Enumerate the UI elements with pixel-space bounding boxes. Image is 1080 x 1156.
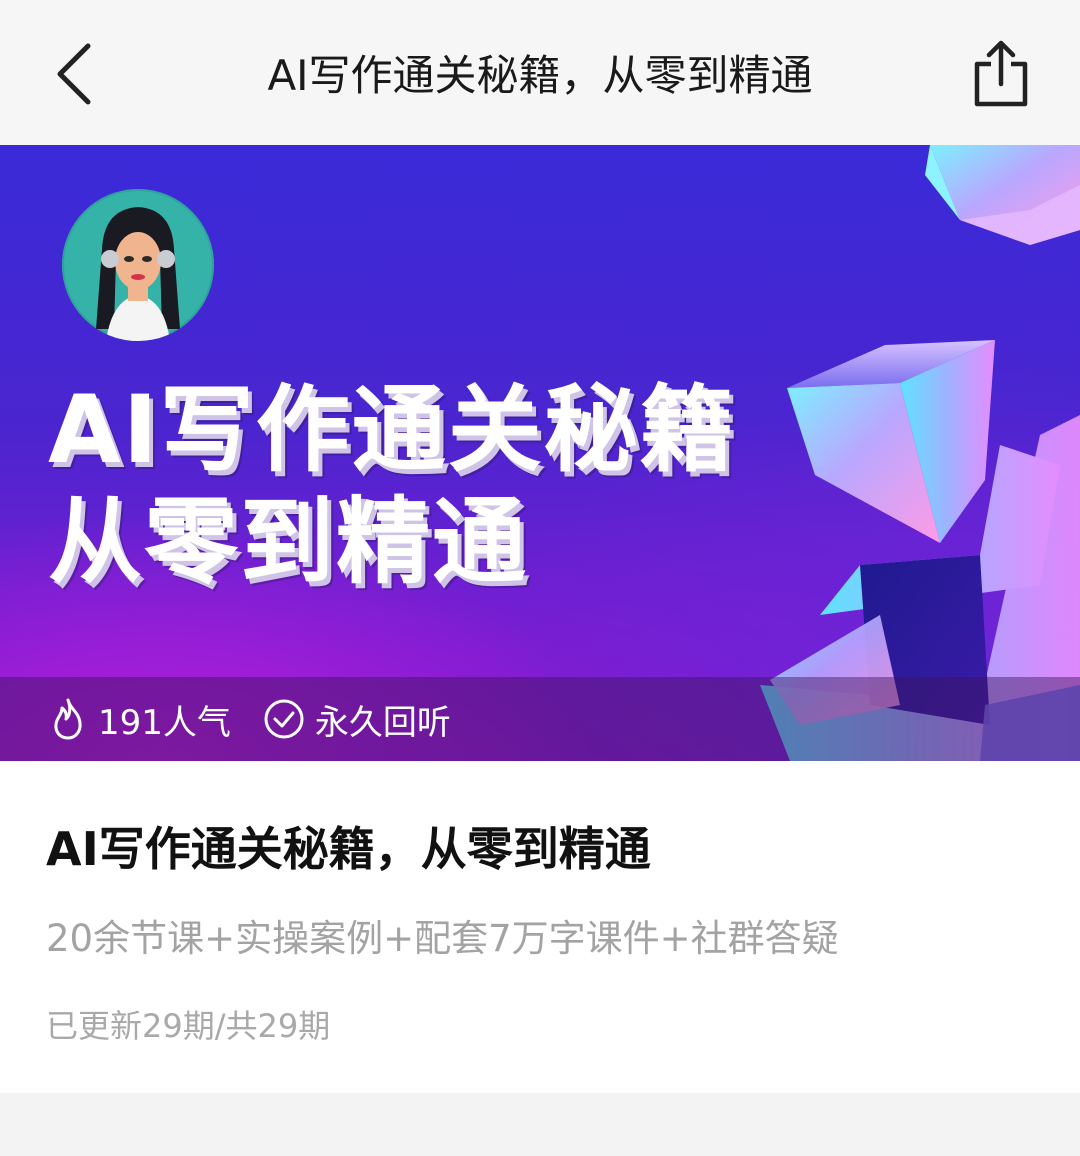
popularity-stat: 191人气 (48, 695, 231, 744)
course-banner[interactable]: AI写作通关秘籍 从零到精通 191人气 永久回听 (0, 145, 1080, 761)
top-nav-bar: AI写作通关秘籍，从零到精通 (0, 0, 1080, 145)
banner-title-line1: AI写作通关秘籍 (48, 376, 736, 485)
author-avatar[interactable] (62, 189, 214, 341)
banner-title: AI写作通关秘籍 从零到精通 (48, 375, 808, 599)
replay-stat: 永久回听 (263, 695, 451, 744)
check-circle-icon (264, 699, 304, 739)
avatar-illustration (62, 189, 214, 341)
chevron-left-icon (57, 43, 91, 105)
share-button[interactable] (966, 36, 1036, 110)
popularity-label: 191人气 (98, 702, 231, 743)
course-info-card: AI写作通关秘籍，从零到精通 20余节课+实操案例+配套7万字课件+社群答疑 已… (0, 761, 1080, 1093)
back-button[interactable] (44, 40, 104, 108)
flame-icon (54, 698, 82, 740)
course-title: AI写作通关秘籍，从零到精通 (46, 822, 651, 876)
banner-title-line2: 从零到精通 (48, 488, 529, 597)
banner-stats-bar: 191人气 永久回听 (0, 677, 1080, 761)
update-status: 已更新29期/共29期 (46, 1007, 331, 1045)
nav-title: AI写作通关秘籍，从零到精通 (267, 51, 813, 100)
share-icon (974, 40, 1028, 107)
course-description: 20余节课+实操案例+配套7万字课件+社群答疑 (46, 917, 839, 960)
replay-label: 永久回听 (314, 702, 451, 743)
course-detail-page: AI写作通关秘籍，从零到精通 AI写作通关秘籍 从零到精通 191人气 永久回听… (0, 0, 1080, 1156)
